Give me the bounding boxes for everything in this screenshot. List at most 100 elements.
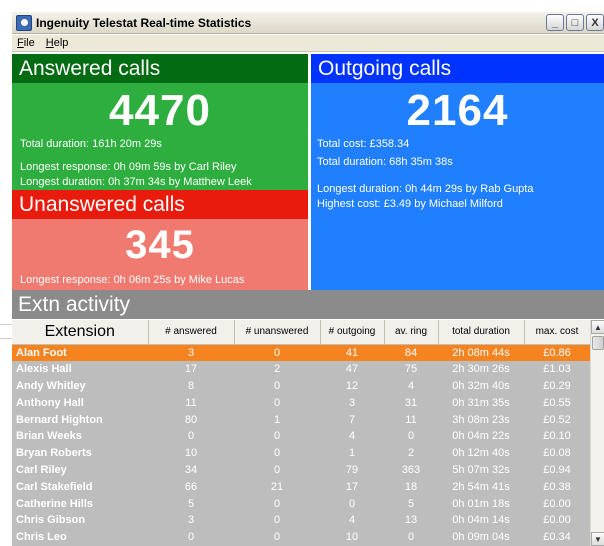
cell-av-ring: 13 bbox=[384, 511, 438, 529]
table-row[interactable]: Alan Foot 3 0 41 84 2h 08m 44s £0.86 bbox=[12, 344, 590, 361]
cell-answered: 17 bbox=[148, 360, 234, 378]
outgoing-calls-panel: Outgoing calls 2164 Total cost: £358.34 … bbox=[311, 54, 604, 290]
table-row[interactable]: Bernard Highton 80 1 7 11 3h 08m 23s £0.52 bbox=[12, 411, 590, 428]
outgoing-calls-title: Outgoing calls bbox=[311, 54, 604, 83]
cell-unanswered: 2 bbox=[234, 360, 320, 378]
column-header-answered[interactable]: # answered bbox=[148, 320, 235, 345]
cell-max-cost: £0.29 bbox=[524, 377, 590, 395]
cell-extension: Bernard Highton bbox=[12, 411, 148, 428]
maximize-button[interactable]: □ bbox=[566, 14, 584, 31]
outgoing-longest-duration: Longest duration: 0h 44m 29s by Rab Gupt… bbox=[317, 183, 534, 195]
cell-answered: 3 bbox=[148, 344, 234, 361]
cell-outgoing: 7 bbox=[320, 411, 384, 428]
answered-calls-count: 4470 bbox=[109, 86, 211, 135]
table-row[interactable]: Alexis Hall 17 2 47 75 2h 30m 26s £1.03 bbox=[12, 360, 590, 378]
cell-extension: Chris Gibson bbox=[12, 511, 148, 529]
cell-answered: 5 bbox=[148, 495, 234, 512]
cell-answered: 34 bbox=[148, 461, 234, 479]
cell-av-ring: 84 bbox=[384, 344, 438, 361]
cell-answered: 80 bbox=[148, 411, 234, 428]
column-header-av-ring[interactable]: av. ring bbox=[384, 320, 439, 345]
cell-total-duration: 0h 09m 04s bbox=[438, 528, 524, 546]
column-header-max-cost[interactable]: max. cost bbox=[524, 320, 590, 345]
cell-unanswered: 0 bbox=[234, 461, 320, 479]
close-button[interactable]: X bbox=[586, 14, 604, 31]
menu-file[interactable]: File bbox=[12, 37, 41, 49]
cell-extension: Anthony Hall bbox=[12, 394, 148, 412]
scroll-up-button[interactable]: ▲ bbox=[591, 320, 604, 334]
cell-answered: 8 bbox=[148, 377, 234, 395]
table-row[interactable]: Bryan Roberts 10 0 1 2 0h 12m 40s £0.08 bbox=[12, 444, 590, 462]
cell-answered: 0 bbox=[148, 528, 234, 546]
cell-total-duration: 0h 31m 35s bbox=[438, 394, 524, 412]
cell-extension: Andy Whitley bbox=[12, 377, 148, 395]
table-row[interactable]: Catherine Hills 5 0 0 5 0h 01m 18s £0.00 bbox=[12, 495, 590, 512]
column-header-outgoing[interactable]: # outgoing bbox=[320, 320, 385, 345]
cell-max-cost: £0.00 bbox=[524, 511, 590, 529]
outgoing-highest-cost: Highest cost: £3.49 by Michael Milford bbox=[317, 198, 503, 210]
cell-extension: Bryan Roberts bbox=[12, 444, 148, 462]
cell-total-duration: 3h 08m 23s bbox=[438, 411, 524, 428]
answered-longest-response: Longest response: 0h 09m 59s by Carl Ril… bbox=[20, 161, 237, 173]
cell-outgoing: 1 bbox=[320, 444, 384, 462]
cell-av-ring: 4 bbox=[384, 377, 438, 395]
table-row[interactable]: Carl Stakefield 66 21 17 18 2h 54m 41s £0.38 bbox=[12, 478, 590, 496]
desktop-divider bbox=[0, 338, 12, 339]
table-scrollbar[interactable]: ▲ ▼ bbox=[590, 320, 604, 546]
scroll-down-button[interactable]: ▼ bbox=[591, 532, 604, 546]
cell-av-ring: 11 bbox=[384, 411, 438, 428]
cell-extension: Catherine Hills bbox=[12, 495, 148, 512]
cell-outgoing: 41 bbox=[320, 344, 384, 361]
extn-activity-table[interactable]: Extension # answered # unanswered # outg… bbox=[12, 320, 590, 546]
cell-av-ring: 31 bbox=[384, 394, 438, 412]
table-row[interactable]: Chris Leo 0 0 10 0 0h 09m 04s £0.34 bbox=[12, 528, 590, 546]
cell-outgoing: 12 bbox=[320, 377, 384, 395]
cell-outgoing: 3 bbox=[320, 394, 384, 412]
minimize-button[interactable]: _ bbox=[546, 14, 564, 31]
table-row[interactable]: Andy Whitley 8 0 12 4 0h 32m 40s £0.29 bbox=[12, 377, 590, 395]
cell-av-ring: 363 bbox=[384, 461, 438, 479]
cell-answered: 3 bbox=[148, 511, 234, 529]
column-header-total-duration[interactable]: total duration bbox=[438, 320, 525, 345]
window-title: Ingenuity Telestat Real-time Statistics bbox=[36, 15, 252, 30]
cell-max-cost: £0.08 bbox=[524, 444, 590, 462]
cell-total-duration: 0h 12m 40s bbox=[438, 444, 524, 462]
cell-extension: Alan Foot bbox=[12, 344, 148, 361]
scroll-thumb[interactable] bbox=[592, 336, 604, 350]
unanswered-calls-count: 345 bbox=[125, 223, 195, 267]
outgoing-total-duration: Total duration: 68h 35m 38s bbox=[317, 156, 453, 168]
cell-outgoing: 4 bbox=[320, 427, 384, 445]
unanswered-calls-title: Unanswered calls bbox=[12, 190, 308, 219]
cell-outgoing: 0 bbox=[320, 495, 384, 512]
outgoing-calls-count: 2164 bbox=[406, 86, 509, 135]
cell-unanswered: 0 bbox=[234, 377, 320, 395]
table-row[interactable]: Brian Weeks 0 0 4 0 0h 04m 22s £0.10 bbox=[12, 427, 590, 445]
column-header-unanswered[interactable]: # unanswered bbox=[234, 320, 321, 345]
cell-max-cost: £0.52 bbox=[524, 411, 590, 428]
cell-unanswered: 0 bbox=[234, 394, 320, 412]
cell-total-duration: 2h 08m 44s bbox=[438, 344, 524, 361]
cell-outgoing: 4 bbox=[320, 511, 384, 529]
table-row[interactable]: Carl Riley 34 0 79 363 5h 07m 32s £0.94 bbox=[12, 461, 590, 479]
cell-answered: 66 bbox=[148, 478, 234, 496]
cell-unanswered: 1 bbox=[234, 411, 320, 428]
unanswered-longest-response: Longest response: 0h 06m 25s by Mike Luc… bbox=[20, 274, 245, 286]
table-row[interactable]: Chris Gibson 3 0 4 13 0h 04m 14s £0.00 bbox=[12, 511, 590, 529]
cell-total-duration: 0h 04m 14s bbox=[438, 511, 524, 529]
cell-av-ring: 5 bbox=[384, 495, 438, 512]
cell-extension: Carl Riley bbox=[12, 461, 148, 479]
cell-max-cost: £0.55 bbox=[524, 394, 590, 412]
cell-unanswered: 0 bbox=[234, 495, 320, 512]
table-row[interactable]: Anthony Hall 11 0 3 31 0h 31m 35s £0.55 bbox=[12, 394, 590, 412]
menu-help[interactable]: Help bbox=[41, 37, 75, 49]
cell-max-cost: £0.34 bbox=[524, 528, 590, 546]
window-title-bar[interactable]: Ingenuity Telestat Real-time Statistics … bbox=[12, 12, 604, 34]
cell-unanswered: 0 bbox=[234, 344, 320, 361]
column-header-extension[interactable]: Extension bbox=[12, 320, 149, 345]
cell-total-duration: 0h 04m 22s bbox=[438, 427, 524, 445]
cell-total-duration: 0h 01m 18s bbox=[438, 495, 524, 512]
cell-total-duration: 0h 32m 40s bbox=[438, 377, 524, 395]
menu-bar: File Help bbox=[12, 35, 604, 52]
outgoing-total-cost: Total cost: £358.34 bbox=[317, 138, 410, 150]
cell-total-duration: 2h 30m 26s bbox=[438, 360, 524, 378]
